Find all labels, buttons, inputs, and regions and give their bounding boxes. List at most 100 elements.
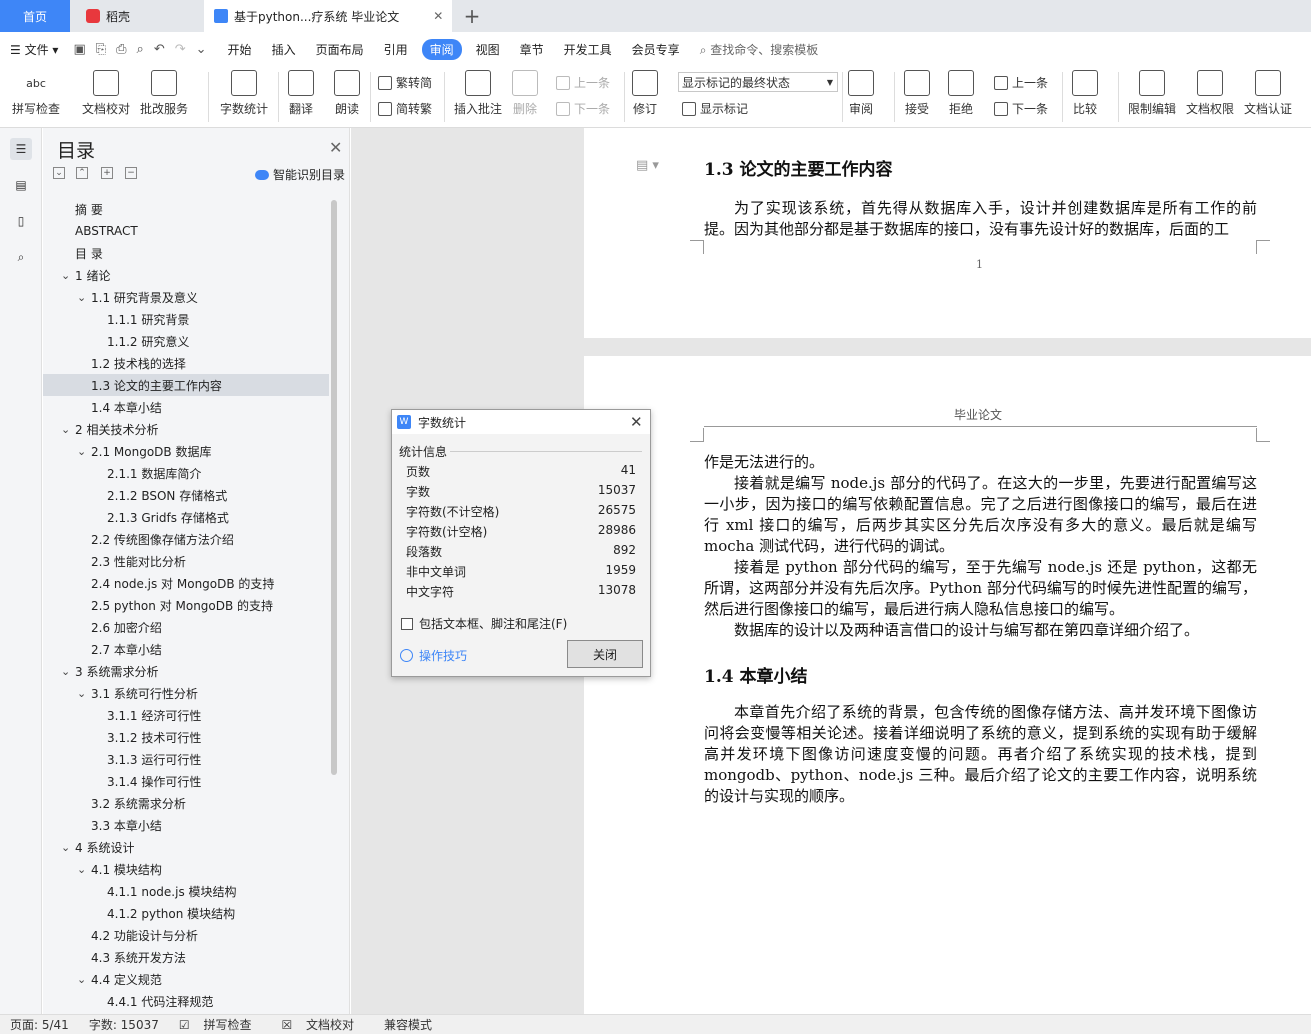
toc-item[interactable]: ⌄ 4.4 定义规范: [43, 968, 329, 990]
toc-item[interactable]: 2.4 node.js 对 MongoDB 的支持: [43, 572, 329, 594]
toc-item[interactable]: 1.1.2 研究意义: [43, 330, 329, 352]
read-aloud-button[interactable]: 朗读: [334, 70, 360, 117]
annotate-service-button[interactable]: 批改服务: [140, 70, 188, 117]
toc-item[interactable]: 4.1.1 node.js 模块结构: [43, 880, 329, 902]
remove-item-icon[interactable]: −: [125, 167, 137, 179]
toc-item[interactable]: 1.4 本章小结: [43, 396, 329, 418]
document-permission-button[interactable]: 文档权限: [1186, 70, 1234, 117]
toc-item[interactable]: 4.1.2 python 模块结构: [43, 902, 329, 924]
toc-item[interactable]: ⌄ 2.1 MongoDB 数据库: [43, 440, 329, 462]
toc-item[interactable]: ABSTRACT: [43, 220, 329, 242]
prev-comment-button[interactable]: 上一条: [556, 74, 610, 91]
redo-icon[interactable]: ↷: [170, 42, 191, 57]
menu-member[interactable]: 会员专享: [622, 41, 690, 58]
toc-item[interactable]: 3.1.4 操作可行性: [43, 770, 329, 792]
toc-item[interactable]: 2.1.1 数据库简介: [43, 462, 329, 484]
toc-item[interactable]: ⌄ 4 系统设计: [43, 836, 329, 858]
toc-item[interactable]: 2.7 本章小结: [43, 638, 329, 660]
next-comment-button[interactable]: 下一条: [556, 100, 610, 117]
toc-item[interactable]: 2.3 性能对比分析: [43, 550, 329, 572]
toc-item[interactable]: ⌄ 1 绪论: [43, 264, 329, 286]
toc-icon[interactable]: ☰: [10, 138, 32, 160]
navigation-icon[interactable]: ▤: [10, 174, 32, 196]
export-icon[interactable]: ⎘: [91, 42, 111, 57]
tab-daoke[interactable]: 稻壳: [76, 0, 200, 32]
chevron-down-icon[interactable]: ⌄: [77, 687, 86, 700]
toc-item[interactable]: 2.1.2 BSON 存储格式: [43, 484, 329, 506]
tab-document[interactable]: 基于python...疗系统 毕业论文 ✕: [204, 0, 452, 32]
toc-item[interactable]: 3.1.3 运行可行性: [43, 748, 329, 770]
undo-icon[interactable]: ↶: [149, 42, 170, 57]
toc-item[interactable]: 4.3 系统开发方法: [43, 946, 329, 968]
toc-item[interactable]: 2.6 加密介绍: [43, 616, 329, 638]
file-menu[interactable]: ☰ 文件 ▾: [0, 41, 68, 58]
compare-button[interactable]: 比较: [1072, 70, 1098, 117]
toc-item[interactable]: ⌄ 2 相关技术分析: [43, 418, 329, 440]
collapse-all-icon[interactable]: ⌄: [53, 167, 65, 179]
save-icon[interactable]: ▣: [68, 42, 90, 57]
chevron-down-icon[interactable]: ⌄: [61, 841, 70, 854]
show-markup-button[interactable]: 显示标记: [682, 100, 748, 117]
menu-insert[interactable]: 插入: [262, 41, 306, 58]
menu-developer[interactable]: 开发工具: [554, 41, 622, 58]
toc-item[interactable]: 2.2 传统图像存储方法介绍: [43, 528, 329, 550]
bookmark-icon[interactable]: ▯: [10, 210, 32, 232]
new-tab-button[interactable]: +: [460, 0, 484, 32]
add-item-icon[interactable]: +: [101, 167, 113, 179]
toc-item[interactable]: 目 录: [43, 242, 329, 264]
quick-access-more-icon[interactable]: ⌄: [191, 42, 212, 57]
toc-close-icon[interactable]: ✕: [329, 138, 342, 157]
toc-item[interactable]: ⌄ 4.1 模块结构: [43, 858, 329, 880]
chevron-down-icon[interactable]: ⌄: [61, 269, 70, 282]
print-icon[interactable]: ⎙: [111, 42, 131, 57]
close-button[interactable]: 关闭: [567, 640, 643, 668]
toc-item[interactable]: 1.2 技术栈的选择: [43, 352, 329, 374]
toc-item[interactable]: 4.4.1 代码注释规范: [43, 990, 329, 1012]
toc-item[interactable]: 3.3 本章小结: [43, 814, 329, 836]
tab-home[interactable]: 首页: [0, 0, 70, 32]
proofread-button[interactable]: 文档校对: [82, 70, 130, 117]
toc-item[interactable]: 摘 要: [43, 198, 329, 220]
toc-item[interactable]: 4.2 功能设计与分析: [43, 924, 329, 946]
next-change-button[interactable]: 下一条: [994, 100, 1048, 117]
chevron-down-icon[interactable]: ⌄: [77, 445, 86, 458]
toc-item[interactable]: 3.2 系统需求分析: [43, 792, 329, 814]
markup-mode-select[interactable]: 显示标记的最终状态 ▼: [678, 72, 838, 92]
toc-item[interactable]: 3.1.2 技术可行性: [43, 726, 329, 748]
spell-check-toggle[interactable]: ☑ 拼写检查: [169, 1016, 272, 1033]
menu-start[interactable]: 开始: [218, 41, 262, 58]
toc-item[interactable]: 3.1.1 经济可行性: [43, 704, 329, 726]
simp-to-trad-button[interactable]: 简转繁: [378, 100, 432, 117]
toc-scrollbar[interactable]: [331, 200, 337, 775]
expand-all-icon[interactable]: ⌃: [76, 167, 88, 179]
document-certify-button[interactable]: 文档认证: [1244, 70, 1292, 117]
smart-toc-button[interactable]: 智能识别目录: [255, 166, 345, 183]
command-search[interactable]: ⌕ 查找命令、搜索模板: [690, 41, 829, 58]
review-pane-button[interactable]: 审阅: [848, 70, 874, 117]
accept-button[interactable]: 接受: [904, 70, 930, 117]
toc-item[interactable]: ⌄ 3 系统需求分析: [43, 660, 329, 682]
menu-layout[interactable]: 页面布局: [306, 41, 374, 58]
search-icon[interactable]: ⌕: [10, 246, 32, 268]
restrict-editing-button[interactable]: 限制编辑: [1128, 70, 1176, 117]
proofread-toggle[interactable]: ☒ 文档校对: [271, 1016, 374, 1033]
print-preview-icon[interactable]: ⌕: [132, 42, 149, 57]
translate-button[interactable]: 翻译: [288, 70, 314, 117]
toc-item[interactable]: 2.5 python 对 MongoDB 的支持: [43, 594, 329, 616]
toc-item[interactable]: ⌄ 3.1 系统可行性分析: [43, 682, 329, 704]
chevron-down-icon[interactable]: ⌄: [61, 665, 70, 678]
menu-view[interactable]: 视图: [466, 41, 510, 58]
toc-item[interactable]: ⌄ 1.1 研究背景及意义: [43, 286, 329, 308]
menu-chapter[interactable]: 章节: [510, 41, 554, 58]
paragraph-menu-icon[interactable]: ▤ ▾: [636, 158, 659, 173]
menu-references[interactable]: 引用: [374, 41, 418, 58]
word-count-indicator[interactable]: 字数: 15037: [79, 1016, 169, 1033]
reject-button[interactable]: 拒绝: [948, 70, 974, 117]
chevron-down-icon[interactable]: ⌄: [61, 423, 70, 436]
insert-comment-button[interactable]: 插入批注: [454, 70, 502, 117]
track-changes-button[interactable]: 修订: [632, 70, 658, 117]
delete-comment-button[interactable]: 删除: [512, 70, 538, 117]
tips-link[interactable]: 操作技巧: [400, 647, 467, 664]
menu-review[interactable]: 审阅: [421, 38, 462, 60]
page-indicator[interactable]: 页面: 5/41: [0, 1016, 79, 1033]
